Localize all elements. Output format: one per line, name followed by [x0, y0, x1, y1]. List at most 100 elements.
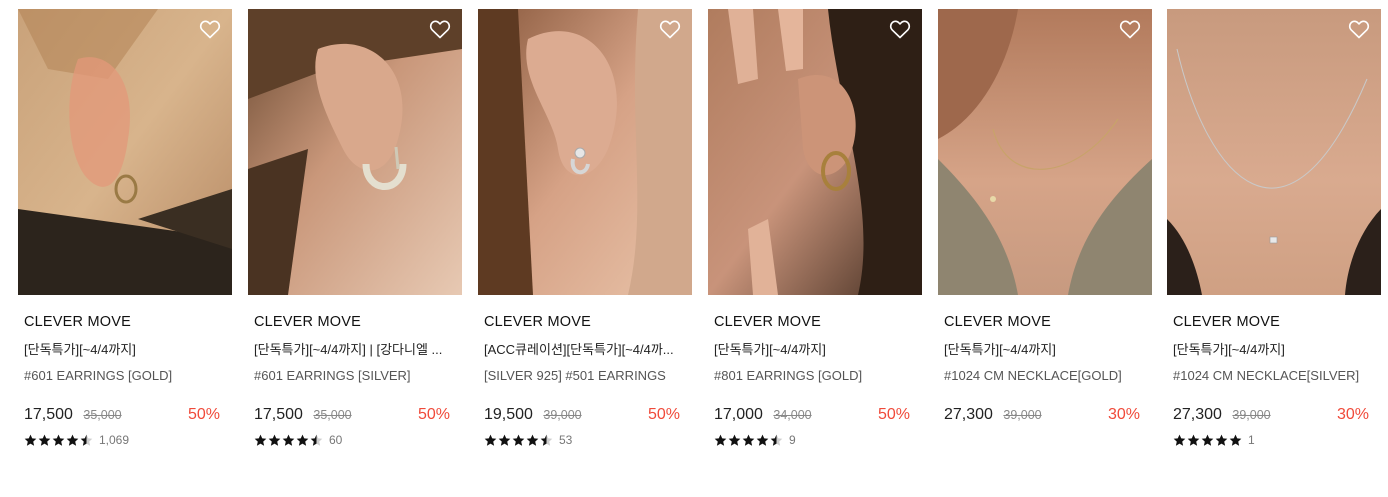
product-photo [18, 9, 232, 295]
promo-text[interactable]: [단독특가][~4/4까지] [1173, 342, 1375, 358]
star-icon [268, 434, 281, 446]
star-icon [66, 434, 79, 446]
product-photo [478, 9, 692, 295]
product-name[interactable]: #601 EARRINGS [SILVER] [254, 368, 456, 384]
heart-outline-icon[interactable] [428, 17, 452, 41]
star-icon [756, 434, 769, 446]
brand-name[interactable]: CLEVER MOVE [944, 313, 1146, 331]
rating-row: 1 [1173, 432, 1375, 448]
sale-price: 17,000 [714, 406, 763, 423]
original-price: 39,000 [1232, 408, 1271, 422]
review-count: 9 [789, 433, 796, 447]
star-icon [1229, 434, 1242, 446]
promo-text[interactable]: [단독특가][~4/4까지] [24, 342, 226, 358]
rating-row: 1,069 [24, 432, 226, 448]
review-count: 1,069 [99, 433, 130, 447]
product-name[interactable]: #801 EARRINGS [GOLD] [714, 368, 916, 384]
star-rating [254, 434, 323, 447]
price-row: 17,500 35,000 50% [254, 405, 456, 425]
star-icon [770, 434, 783, 446]
product-name[interactable]: #1024 CM NECKLACE[SILVER] [1173, 368, 1375, 384]
discount-rate: 50% [647, 406, 680, 423]
star-icon [512, 434, 525, 446]
product-card[interactable]: CLEVER MOVE [ACC큐레이션][단독특가][~4/4까... [SI… [478, 9, 692, 479]
star-icon [310, 434, 323, 446]
price-row: 17,000 34,000 50% [714, 405, 916, 425]
product-name[interactable]: [SILVER 925] #501 EARRINGS [484, 368, 686, 384]
star-icon [1215, 434, 1228, 446]
star-rating [1173, 434, 1242, 447]
heart-outline-icon[interactable] [1118, 17, 1142, 41]
star-rating [24, 434, 93, 447]
star-icon [540, 434, 553, 446]
heart-outline-icon[interactable] [1347, 17, 1371, 41]
product-card[interactable]: CLEVER MOVE [단독특가][~4/4까지] #601 EARRINGS… [18, 9, 232, 479]
star-icon [254, 434, 267, 446]
sale-price: 19,500 [484, 406, 533, 423]
product-card[interactable]: CLEVER MOVE [단독특가][~4/4까지] | [강다니엘 ... #… [248, 9, 462, 479]
brand-name[interactable]: CLEVER MOVE [254, 313, 456, 331]
product-card[interactable]: CLEVER MOVE [단독특가][~4/4까지] #801 EARRINGS… [708, 9, 922, 479]
discount-rate: 50% [417, 406, 450, 423]
original-price: 35,000 [313, 408, 352, 422]
rating-row: 9 [714, 432, 916, 448]
original-price: 39,000 [543, 408, 582, 422]
star-icon [1201, 434, 1214, 446]
review-count: 53 [559, 433, 573, 447]
star-icon [1173, 434, 1186, 446]
sale-price: 17,500 [24, 406, 73, 423]
original-price: 34,000 [773, 408, 812, 422]
promo-text[interactable]: [단독특가][~4/4까지] | [강다니엘 ... [254, 342, 456, 358]
promo-text[interactable]: [ACC큐레이션][단독특가][~4/4까... [484, 342, 686, 358]
star-icon [1187, 434, 1200, 446]
star-rating [484, 434, 553, 447]
star-icon [38, 434, 51, 446]
product-photo [248, 9, 462, 295]
product-image[interactable] [708, 9, 922, 295]
star-icon [526, 434, 539, 446]
promo-text[interactable]: [단독특가][~4/4까지] [944, 342, 1146, 358]
heart-outline-icon[interactable] [198, 17, 222, 41]
star-icon [714, 434, 727, 446]
brand-name[interactable]: CLEVER MOVE [24, 313, 226, 331]
price-row: 19,500 39,000 50% [484, 405, 686, 425]
price-row: 27,300 39,000 30% [944, 405, 1146, 425]
discount-rate: 30% [1107, 406, 1140, 423]
discount-rate: 50% [877, 406, 910, 423]
star-icon [296, 434, 309, 446]
star-rating [714, 434, 783, 447]
review-count: 60 [329, 433, 343, 447]
original-price: 35,000 [83, 408, 122, 422]
product-photo [708, 9, 922, 295]
product-name[interactable]: #1024 CM NECKLACE[GOLD] [944, 368, 1146, 384]
discount-rate: 50% [187, 406, 220, 423]
star-icon [742, 434, 755, 446]
product-image[interactable] [18, 9, 232, 295]
star-icon [728, 434, 741, 446]
product-image[interactable] [248, 9, 462, 295]
sale-price: 27,300 [1173, 406, 1222, 423]
star-icon [282, 434, 295, 446]
rating-row: 53 [484, 432, 686, 448]
heart-outline-icon[interactable] [658, 17, 682, 41]
product-image[interactable] [478, 9, 692, 295]
product-image[interactable] [938, 9, 1152, 295]
rating-row: 60 [254, 432, 456, 448]
review-count: 1 [1248, 433, 1255, 447]
price-row: 17,500 35,000 50% [24, 405, 226, 425]
discount-rate: 30% [1336, 406, 1369, 423]
star-icon [484, 434, 497, 446]
brand-name[interactable]: CLEVER MOVE [714, 313, 916, 331]
brand-name[interactable]: CLEVER MOVE [1173, 313, 1375, 331]
star-icon [498, 434, 511, 446]
product-photo [938, 9, 1152, 295]
product-card[interactable]: CLEVER MOVE [단독특가][~4/4까지] #1024 CM NECK… [1167, 9, 1381, 479]
product-name[interactable]: #601 EARRINGS [GOLD] [24, 368, 226, 384]
promo-text[interactable]: [단독특가][~4/4까지] [714, 342, 916, 358]
product-card[interactable]: CLEVER MOVE [단독특가][~4/4까지] #1024 CM NECK… [938, 9, 1152, 479]
heart-outline-icon[interactable] [888, 17, 912, 41]
star-icon [80, 434, 93, 446]
star-icon [52, 434, 65, 446]
brand-name[interactable]: CLEVER MOVE [484, 313, 686, 331]
product-image[interactable] [1167, 9, 1381, 295]
